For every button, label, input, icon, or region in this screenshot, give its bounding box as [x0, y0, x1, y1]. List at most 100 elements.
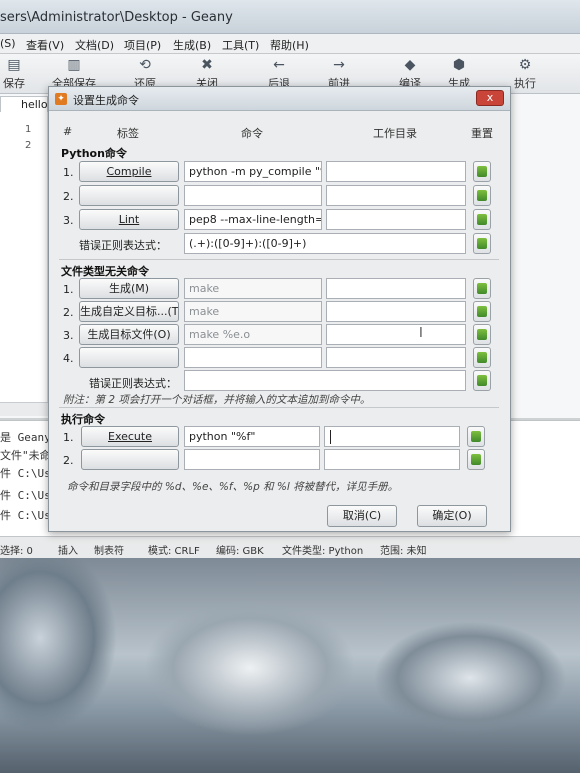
python-workdir-field-1[interactable]	[326, 161, 466, 182]
dialog-close-button[interactable]: x	[476, 90, 504, 106]
section-execute-commands: 执行命令	[61, 413, 105, 426]
dialog-titlebar: ✦ 设置生成命令 x	[49, 87, 510, 111]
python-reset-button-1[interactable]	[473, 161, 491, 182]
independent-label-button-3[interactable]: 生成目标文件(O)	[79, 324, 179, 345]
execute-reset-button-1[interactable]	[467, 426, 485, 447]
python-workdir-field-2[interactable]	[326, 185, 466, 206]
independent-label-button-4[interactable]	[79, 347, 179, 368]
clear-icon	[477, 166, 487, 177]
independent-reset-button-2[interactable]	[473, 301, 491, 322]
clear-icon	[477, 352, 487, 363]
horizontal-scrollbar[interactable]	[0, 402, 48, 416]
row-number: 2.	[63, 454, 74, 467]
python-command-field-3[interactable]: pep8 --max-line-length=80	[184, 209, 322, 230]
window-title: sers\Administrator\Desktop - Geany	[0, 10, 233, 25]
independent-reset-button-1[interactable]	[473, 278, 491, 299]
dialog-note: 附注：第 2 项会打开一个对话框，并将输入的文本追加到命令中。	[63, 394, 371, 406]
execute-workdir-field-1[interactable]	[324, 426, 460, 447]
toolbar-save-button[interactable]: ▤ 保存	[0, 54, 28, 94]
ok-button[interactable]: 确定(O)	[417, 505, 487, 527]
independent-reset-button-4[interactable]	[473, 347, 491, 368]
row-number: 1.	[63, 283, 74, 296]
clear-icon	[471, 454, 481, 465]
menu-project[interactable]: 项目(P)	[124, 37, 161, 53]
save-all-icon: ▥	[67, 57, 81, 73]
line-number: 1	[25, 124, 32, 135]
status-filetype: 文件类型: Python	[282, 546, 364, 557]
separator	[59, 407, 499, 408]
separator	[59, 259, 499, 260]
execute-label-button-2[interactable]	[81, 449, 179, 470]
col-header-workdir: 工作目录	[373, 127, 417, 140]
python-workdir-field-3[interactable]	[326, 209, 466, 230]
execute-workdir-field-2[interactable]	[324, 449, 460, 470]
status-encoding: 编码: GBK	[216, 546, 264, 557]
menu-help[interactable]: 帮助(H)	[270, 37, 309, 53]
status-selection: 选择: 0	[0, 546, 33, 557]
independent-command-field-2[interactable]: make	[184, 301, 322, 322]
independent-label-button-1[interactable]: 生成(M)	[79, 278, 179, 299]
independent-error-regex-label: 错误正则表达式：	[89, 377, 177, 390]
python-reset-button-3[interactable]	[473, 209, 491, 230]
geany-app-icon: ✦	[55, 93, 67, 105]
save-icon: ▤	[7, 57, 21, 73]
python-error-regex-field[interactable]: (.+):([0-9]+):([0-9]+)	[184, 233, 466, 254]
independent-workdir-field-1[interactable]	[326, 278, 466, 299]
independent-error-regex-field[interactable]	[184, 370, 466, 391]
independent-workdir-field-3[interactable]	[326, 324, 466, 345]
independent-command-field-3[interactable]: make %e.o	[184, 324, 322, 345]
clear-icon	[477, 283, 487, 294]
section-independent-commands: 文件类型无关命令	[61, 265, 149, 278]
independent-command-field-4[interactable]	[184, 347, 322, 368]
independent-workdir-field-4[interactable]	[326, 347, 466, 368]
section-python-commands: Python命令	[61, 147, 127, 160]
clear-icon	[477, 375, 487, 386]
toolbar-execute-button[interactable]: ⚙ 执行	[508, 54, 542, 94]
menu-search[interactable]: (S)	[0, 37, 16, 50]
revert-icon: ⟲	[139, 57, 151, 73]
menu-document[interactable]: 文档(D)	[75, 37, 114, 53]
independent-reset-button-3[interactable]	[473, 324, 491, 345]
python-command-field-1[interactable]: python -m py_compile "%f"	[184, 161, 322, 182]
python-error-reset-button[interactable]	[473, 233, 491, 254]
execute-icon: ⚙	[518, 57, 532, 73]
row-number: 4.	[63, 352, 74, 365]
clear-icon	[471, 431, 481, 442]
execute-label-button-1[interactable]: Execute	[81, 426, 179, 447]
python-command-field-2[interactable]	[184, 185, 322, 206]
python-label-button-1[interactable]: Compile	[79, 161, 179, 182]
file-tab[interactable]: hello	[0, 96, 48, 112]
execute-reset-button-2[interactable]	[467, 449, 485, 470]
dialog-title: 设置生成命令	[73, 94, 139, 107]
independent-label-button-2[interactable]: 生成自定义目标...(T)	[79, 301, 179, 322]
python-reset-button-2[interactable]	[473, 185, 491, 206]
python-label-button-2[interactable]	[79, 185, 179, 206]
status-insert-mode: 插入	[58, 546, 78, 557]
menu-build[interactable]: 生成(B)	[173, 37, 211, 53]
execute-command-field-2[interactable]	[184, 449, 320, 470]
row-number: 2.	[63, 190, 74, 203]
line-number: 2	[25, 140, 32, 151]
col-header-command: 命令	[241, 127, 263, 140]
status-scope: 范围: 未知	[380, 546, 427, 557]
independent-command-field-1[interactable]: make	[184, 278, 322, 299]
menu-tools[interactable]: 工具(T)	[222, 37, 259, 53]
row-number: 1.	[63, 431, 74, 444]
clear-icon	[477, 306, 487, 317]
independent-workdir-field-2[interactable]	[326, 301, 466, 322]
back-icon: ←	[273, 57, 285, 73]
execute-command-field-1[interactable]: python "%f"	[184, 426, 320, 447]
window-titlebar: sers\Administrator\Desktop - Geany	[0, 0, 580, 34]
menu-view[interactable]: 查看(V)	[26, 37, 64, 53]
cancel-button[interactable]: 取消(C)	[327, 505, 397, 527]
forward-icon: →	[333, 57, 345, 73]
compile-icon: ◆	[404, 57, 416, 73]
close-icon: ✖	[201, 57, 213, 73]
statusbar: 选择: 0 插入 制表符 模式: CRLF 编码: GBK 文件类型: Pyth…	[0, 536, 580, 558]
status-indent: 制表符	[94, 546, 124, 557]
text-caret	[330, 430, 331, 444]
python-label-button-3[interactable]: Lint	[79, 209, 179, 230]
row-number: 2.	[63, 306, 74, 319]
independent-error-reset-button[interactable]	[473, 370, 491, 391]
text-cursor-icon: I	[419, 326, 423, 341]
